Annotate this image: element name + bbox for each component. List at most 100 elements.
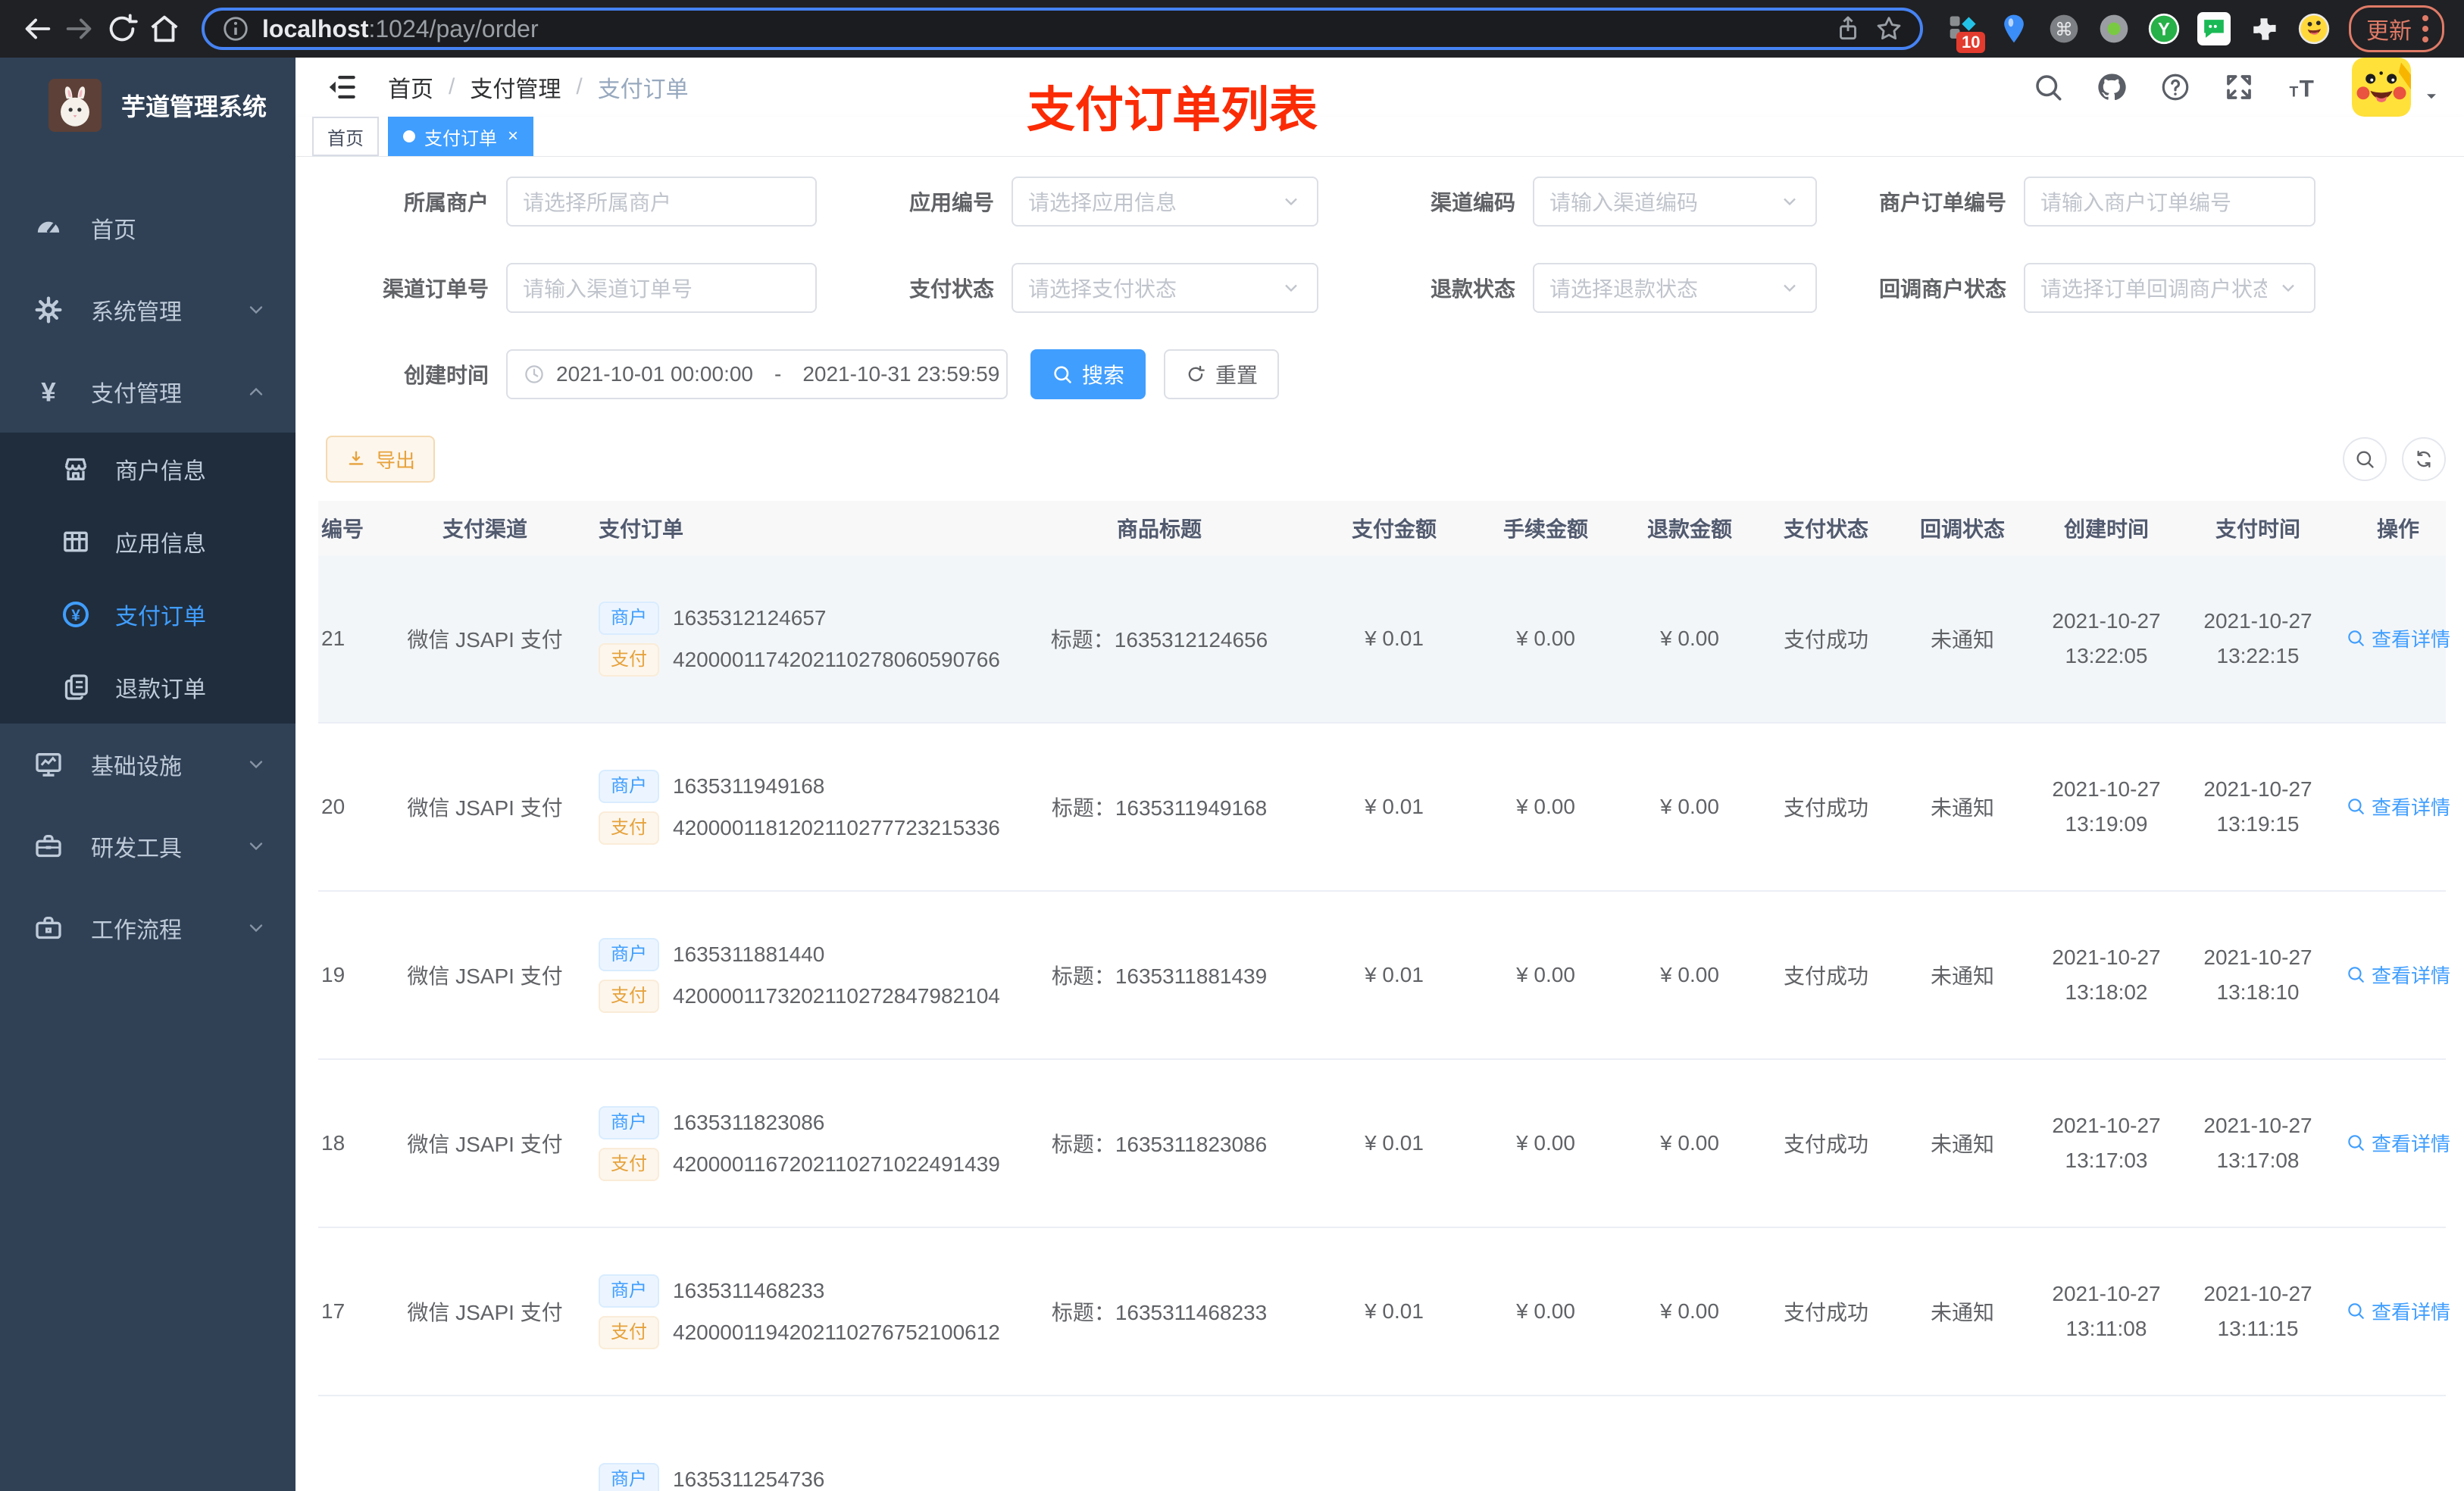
pay-status-select[interactable]: 请选择支付状态 [1012,263,1318,313]
pay-tag: 支付 [599,642,659,677]
sidebar-item-label: 研发工具 [91,836,182,861]
sidebar-item-system[interactable]: 系统管理 [0,269,295,351]
column-header-fee: 手续金额 [1502,517,1588,541]
chevron-down-icon [245,299,267,320]
cell-paytime: 2021-10-27 13:17:08 [2203,1114,2312,1172]
cell-order: 商户 1635311949168 支付 42000011812021102777232… [576,761,1000,853]
breadcrumb-pay-manage[interactable]: 支付管理 [470,70,561,104]
cell-paytime: 2021-10-27 13:18:10 [2203,946,2312,1004]
browser-menu-icon[interactable] [2422,15,2430,42]
extension-record-icon[interactable] [2097,12,2131,45]
extensions-puzzle-icon[interactable] [2247,12,2281,45]
home-icon[interactable] [147,11,182,46]
extensions-area: 10 ⌘ Y [1947,12,2331,53]
reload-icon[interactable] [105,11,139,46]
cell-title: 标题：1635311949168 [1051,796,1268,820]
fullscreen-icon[interactable] [2223,71,2255,103]
extension-command-icon[interactable]: ⌘ [2047,12,2081,45]
url-bar[interactable]: localhost:1024/pay/order [202,8,1923,50]
cell-fee: ¥ 0.00 [1516,963,1575,986]
sidebar-item-workflow[interactable]: 工作流程 [0,887,295,969]
sidebar-item-merchant-info[interactable]: 商户信息 [0,433,295,505]
bookmark-star-icon[interactable] [1875,14,1903,43]
sidebar-item-dev-tools[interactable]: 研发工具 [0,805,295,887]
forward-icon[interactable] [62,11,97,46]
search-icon[interactable] [2032,71,2064,103]
refund-status-select[interactable]: 请选择退款状态 [1533,263,1817,313]
svg-text:⌘: ⌘ [2055,20,2073,40]
tag-pay-order[interactable]: 支付订单 × [388,117,534,156]
merchant-select[interactable]: 请选择所属商户 [506,177,817,227]
order-number: 4200001181202110277723215336 [673,815,1000,839]
sidebar-item-pay-order[interactable]: ¥ 支付订单 [0,578,295,651]
sidebar-item-refund-order[interactable]: 退款订单 [0,651,295,724]
date-start[interactable]: 2021-10-01 00:00:00 [556,362,753,386]
refresh-table-button[interactable] [2402,437,2446,481]
column-header-pay_status: 支付状态 [1783,517,1868,541]
table-row[interactable]: 19 微信 JSAPI 支付 商户 1635311881440 支付 4200001173… [318,892,2450,1060]
export-button[interactable]: 导出 [326,436,436,483]
sidebar-toggle-icon[interactable] [326,70,359,104]
breadcrumb-home[interactable]: 首页 [388,70,433,104]
view-detail-link[interactable]: 查看详情 [2346,1297,2450,1325]
app-logo: 芋道管理系统 [0,58,295,153]
close-icon[interactable]: × [508,126,518,147]
sidebar-item-app-info[interactable]: 应用信息 [0,505,295,578]
channel-code-select[interactable]: 请输入渠道编码 [1533,177,1817,227]
search-button[interactable]: 搜索 [1030,349,1146,399]
browser-update-button[interactable]: 更新 [2349,5,2444,52]
cell-fee: ¥ 0.00 [1516,1131,1575,1155]
sidebar-item-payment[interactable]: ¥ 支付管理 [0,351,295,433]
svg-text:T: T [2300,74,2314,102]
svg-text:¥: ¥ [41,378,56,408]
channel-order-no-input[interactable]: 请输入渠道订单号 [506,263,817,313]
reset-button[interactable]: 重置 [1164,349,1280,399]
sidebar-item-home[interactable]: 首页 [0,187,295,269]
filter-label-pay-status: 支付状态 [908,277,994,301]
callback-status-select[interactable]: 请选择订单回调商户状态 [2024,263,2315,313]
pay-tag: 支付 [599,1315,659,1349]
app-title: 芋道管理系统 [121,93,267,120]
view-detail-link[interactable]: 查看详情 [2346,624,2450,652]
table-header: 编号 支付渠道 支付订单 商品标题 支付金额 手续金额 退款金额 支付状态 回调状态 创建时间 支付… [318,501,2446,555]
search-icon [1052,364,1073,385]
github-icon[interactable] [2096,71,2128,103]
user-avatar[interactable] [2352,58,2411,117]
view-detail-link[interactable]: 查看详情 [2346,1129,2450,1157]
merchant-order-no-input[interactable]: 请输入商户订单编号 [2024,177,2315,227]
back-icon[interactable] [20,11,55,46]
order-number: 1635311468233 [673,1278,825,1302]
view-detail-link[interactable]: 查看详情 [2346,961,2450,989]
font-size-icon[interactable]: TT [2287,71,2319,103]
toggle-search-button[interactable] [2343,437,2387,481]
extension-chat-icon[interactable] [2197,12,2231,45]
extension-y-icon[interactable]: Y [2147,12,2181,45]
cell-fee: ¥ 0.00 [1516,795,1575,818]
table-row[interactable]: 商户 1635311254736 [318,1396,2446,1491]
tag-home[interactable]: 首页 [312,117,379,156]
table-row[interactable]: 21 微信 JSAPI 支付 商户 1635312124657 支付 4200001174… [318,555,2450,724]
table-row[interactable]: 18 微信 JSAPI 支付 商户 1635311823086 支付 4200001167… [318,1060,2450,1228]
extension-balloon-icon[interactable] [1997,12,2031,45]
extension-emoji-icon[interactable] [2297,12,2331,45]
app-select[interactable]: 请选择应用信息 [1012,177,1318,227]
site-info-icon[interactable] [221,14,250,43]
table-row[interactable]: 20 微信 JSAPI 支付 商户 1635311949168 支付 4200001181… [318,724,2450,892]
cell-amount: ¥ 0.01 [1365,1299,1424,1323]
create-time-range-picker[interactable]: 2021-10-01 00:00:00 - 2021-10-31 23:59:5… [506,349,1008,399]
cell-created: 2021-10-27 13:11:08 [2052,1282,2161,1340]
search-icon [2346,796,2366,816]
chevron-down-icon[interactable] [2422,86,2441,106]
cell-channel: 微信 JSAPI 支付 [407,628,563,652]
help-icon[interactable] [2159,71,2191,103]
sidebar-item-label: 支付管理 [91,382,182,407]
date-end[interactable]: 2021-10-31 23:59:59 [802,362,999,386]
view-detail-link[interactable]: 查看详情 [2346,792,2450,821]
cell-title: 标题：1635312124656 [1050,628,1268,652]
sidebar-item-infrastructure[interactable]: 基础设施 [0,724,295,805]
extension-diamond-icon[interactable]: 10 [1947,12,1986,53]
yen-circle-icon: ¥ [61,599,91,630]
share-icon[interactable] [1834,14,1862,43]
table-row[interactable]: 17 微信 JSAPI 支付 商户 1635311468233 支付 4200001194… [318,1228,2450,1396]
download-icon [346,449,367,470]
